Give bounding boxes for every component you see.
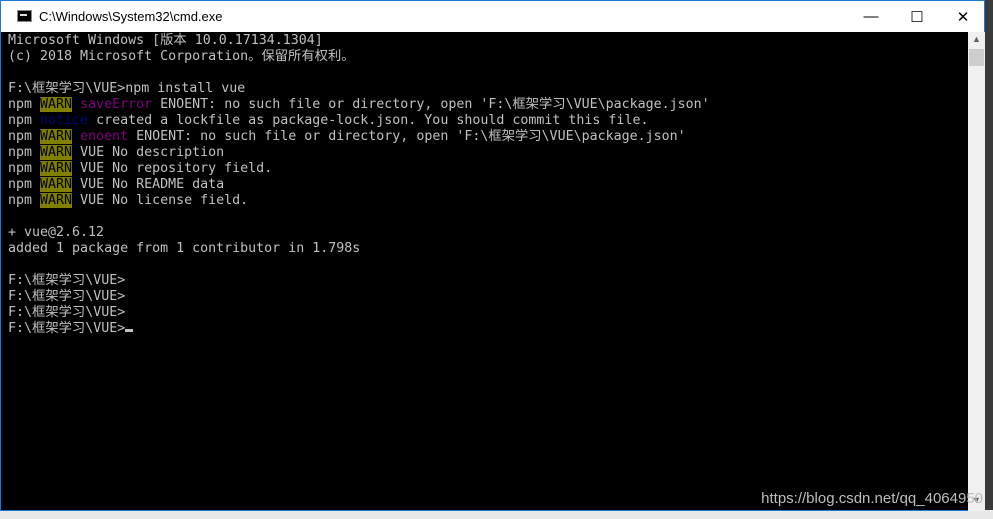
log-level: WARN	[40, 193, 73, 208]
prompt-line: F:\框架学习\VUE>	[8, 321, 968, 337]
terminal-line: (c) 2018 Microsoft Corporation。保留所有权利。	[8, 49, 355, 64]
npm-prefix: npm	[8, 129, 41, 144]
cmd-icon	[17, 10, 32, 22]
npm-prefix: npm	[8, 113, 41, 128]
prompt-line: F:\框架学习\VUE>	[8, 289, 126, 304]
npm-prefix: npm	[8, 177, 41, 192]
npm-log-line: npm WARN VUE No repository field.	[8, 161, 968, 177]
maximize-button[interactable]: ☐	[894, 1, 940, 32]
log-tag: enoent	[80, 129, 129, 144]
watermark: https://blog.csdn.net/qq_4064950	[761, 490, 983, 507]
log-message: VUE No repository field.	[72, 161, 273, 176]
npm-log-line: npm WARN enoent ENOENT: no such file or …	[8, 129, 968, 145]
vertical-scrollbar[interactable]: ▲ ▼	[968, 32, 985, 511]
terminal-line: F:\框架学习\VUE>npm install vue	[8, 81, 246, 96]
log-message: ENOENT: no such file or directory, open …	[152, 97, 710, 112]
npm-prefix: npm	[8, 97, 41, 112]
prompt-line: F:\框架学习\VUE>	[8, 273, 126, 288]
log-message: VUE No description	[72, 145, 225, 160]
log-message: created a lockfile as package-lock.json.…	[88, 113, 649, 128]
log-level: WARN	[40, 129, 73, 144]
npm-log-line: npm WARN VUE No README data	[8, 177, 968, 193]
log-message: ENOENT: no such file or directory, open …	[128, 129, 686, 144]
npm-log-line: npm WARN saveError ENOENT: no such file …	[8, 97, 968, 113]
window-title: C:\Windows\System32\cmd.exe	[39, 9, 223, 24]
npm-log-line: npm WARN VUE No license field.	[8, 193, 968, 209]
close-button[interactable]: ✕	[940, 1, 986, 32]
log-message: VUE No README data	[72, 177, 225, 192]
log-level: WARN	[40, 145, 73, 160]
npm-log-line: npm notice created a lockfile as package…	[8, 113, 968, 129]
terminal-line: Microsoft Windows [版本 10.0.17134.1304]	[8, 33, 323, 48]
npm-prefix: npm	[8, 193, 41, 208]
scroll-up-arrow-icon[interactable]: ▲	[968, 34, 985, 48]
npm-prefix: npm	[8, 145, 41, 160]
log-level: WARN	[40, 177, 73, 192]
text-cursor	[125, 329, 134, 332]
terminal-output[interactable]: Microsoft Windows [版本 10.0.17134.1304] (…	[1, 32, 968, 511]
log-level: WARN	[40, 161, 73, 176]
prompt-line: F:\框架学习\VUE>	[8, 305, 126, 320]
title-bar[interactable]: C:\Windows\System32\cmd.exe — ☐ ✕	[1, 1, 984, 32]
log-level: notice	[40, 113, 89, 128]
prompt-text: F:\框架学习\VUE>	[8, 321, 126, 336]
log-message: VUE No license field.	[72, 193, 249, 208]
terminal-line: + vue@2.6.12	[8, 225, 105, 240]
npm-log-line: npm WARN VUE No description	[8, 145, 968, 161]
log-tag: saveError	[80, 97, 153, 112]
scrollbar-thumb[interactable]	[969, 49, 984, 66]
log-level: WARN	[40, 97, 73, 112]
minimize-button[interactable]: —	[848, 1, 894, 32]
taskbar-remnant	[0, 510, 993, 519]
terminal-line: added 1 package from 1 contributor in 1.…	[8, 241, 361, 256]
npm-prefix: npm	[8, 161, 41, 176]
desktop-background	[985, 0, 993, 519]
cmd-window: C:\Windows\System32\cmd.exe — ☐ ✕ Micros…	[0, 0, 985, 511]
